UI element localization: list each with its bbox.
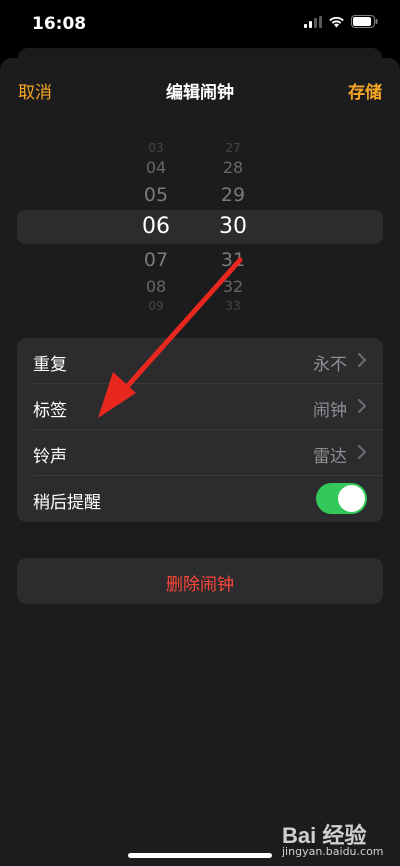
minute-item-selected[interactable]: 30 [203,214,263,239]
minute-item[interactable]: 33 [203,299,263,313]
hour-item[interactable]: 03 [126,141,186,155]
toggle-knob [338,485,365,512]
repeat-value: 永不 [313,355,347,375]
snooze-label: 稍后提醒 [33,493,101,513]
status-time: 16:08 [32,14,87,34]
page-title: 编辑闹钟 [166,83,234,103]
hour-item[interactable]: 08 [126,277,186,296]
hour-item[interactable]: 04 [126,158,186,177]
watermark-url: jingyan.baidu.com [282,845,384,858]
hour-item[interactable]: 05 [126,184,186,206]
repeat-row[interactable]: 重复 永不 [17,338,383,384]
baidu-watermark: Bai 经验 jingyan.baidu.com [282,818,384,858]
label-row[interactable]: 标签 闹钟 [17,384,383,430]
delete-alarm-label: 删除闹钟 [166,575,234,595]
minute-item[interactable]: 29 [203,184,263,206]
time-picker-selection-band [17,210,383,244]
save-button[interactable]: 存储 [348,78,382,103]
hour-item-selected[interactable]: 06 [126,214,186,239]
label-label: 标签 [33,401,67,421]
alarm-settings-group: 重复 永不 标签 闹钟 铃声 雷达 稍后提醒 [17,338,383,522]
chevron-right-icon [358,399,366,413]
chevron-right-icon [358,353,366,367]
battery-icon [351,15,378,28]
hour-item[interactable]: 09 [126,299,186,313]
label-value: 闹钟 [313,401,347,421]
minute-item[interactable]: 28 [203,158,263,177]
delete-alarm-button[interactable]: 删除闹钟 [17,558,383,604]
chevron-right-icon [358,445,366,459]
status-icons [304,15,378,28]
status-bar: 16:08 [0,0,400,50]
hour-item[interactable]: 07 [126,249,186,271]
repeat-label: 重复 [33,355,67,375]
sound-row[interactable]: 铃声 雷达 [17,430,383,476]
sound-value: 雷达 [313,447,347,467]
minute-item[interactable]: 27 [203,141,263,155]
wifi-icon [329,16,344,27]
snooze-row: 稍后提醒 [17,476,383,522]
sound-label: 铃声 [33,447,67,467]
minute-item[interactable]: 31 [203,249,263,271]
minute-item[interactable]: 32 [203,277,263,296]
cellular-signal-icon [304,15,322,28]
home-indicator[interactable] [128,853,272,858]
snooze-toggle[interactable] [316,483,367,514]
